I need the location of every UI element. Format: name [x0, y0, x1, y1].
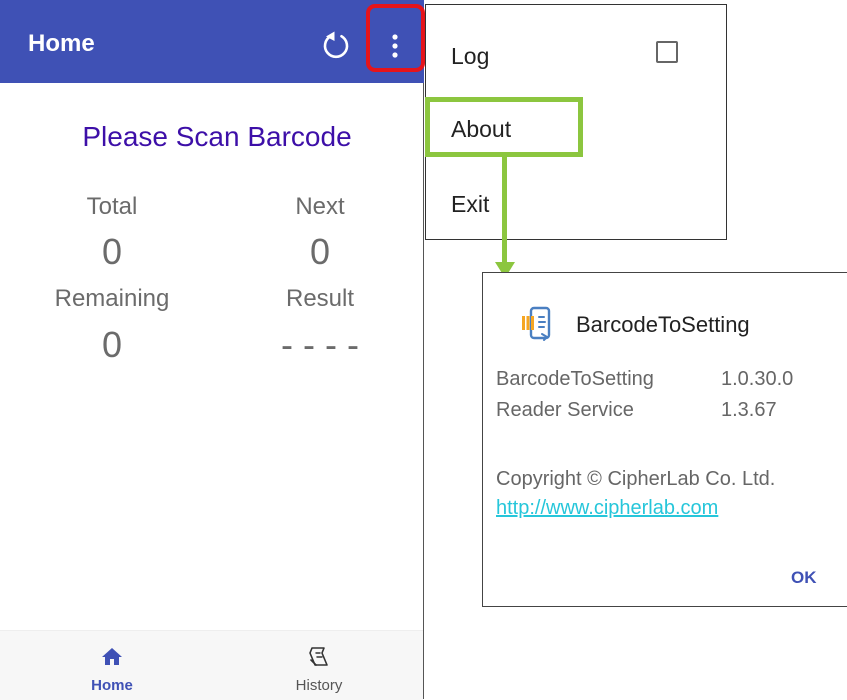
page-title: Home — [28, 30, 95, 57]
refresh-icon — [323, 31, 349, 59]
dialog-title: BarcodeToSetting — [576, 312, 750, 337]
log-checkbox[interactable] — [656, 41, 678, 63]
app-screen: Home Please Scan Barcode Total 0 Next 0 … — [0, 0, 425, 700]
history-icon — [309, 647, 328, 666]
scan-prompt: Please Scan Barcode — [82, 121, 352, 152]
remaining-label: Remaining — [54, 285, 170, 312]
more-button-highlight — [366, 4, 425, 72]
remaining-value: 0 — [101, 324, 123, 365]
about-highlight — [425, 97, 583, 157]
about-dialog: BarcodeToSetting BarcodeToSetting 1.0.30… — [482, 272, 847, 607]
menu-item-exit[interactable]: Exit — [451, 190, 489, 218]
website-link[interactable]: http://www.cipherlab.com — [496, 495, 718, 521]
nav-item-home[interactable]: Home — [52, 631, 172, 700]
nav-label-home: Home — [91, 677, 133, 694]
copyright-text: Copyright © CipherLab Co. Ltd. — [496, 468, 776, 490]
connector-line — [502, 157, 507, 264]
bottom-navigation: Home History — [0, 630, 423, 700]
result-label: Result — [285, 285, 355, 312]
barcode-to-setting-app-icon — [522, 306, 551, 341]
nav-item-history[interactable]: History — [259, 631, 379, 700]
refresh-button[interactable] — [316, 27, 356, 67]
home-icon — [102, 648, 122, 665]
version-row-value: 1.3.67 — [721, 399, 777, 421]
result-value: - - - - — [281, 324, 359, 365]
menu-item-log[interactable]: Log — [451, 42, 489, 70]
next-value: 0 — [309, 231, 331, 272]
version-row-name: Reader Service — [496, 399, 634, 421]
total-label: Total — [86, 193, 138, 220]
nav-label-history: History — [295, 677, 343, 694]
next-label: Next — [295, 193, 345, 220]
version-row-value: 1.0.30.0 — [721, 368, 794, 390]
app-bar: Home — [0, 0, 424, 83]
version-row-name: BarcodeToSetting — [496, 368, 654, 390]
ok-button[interactable]: OK — [791, 567, 817, 589]
total-value: 0 — [101, 231, 123, 272]
